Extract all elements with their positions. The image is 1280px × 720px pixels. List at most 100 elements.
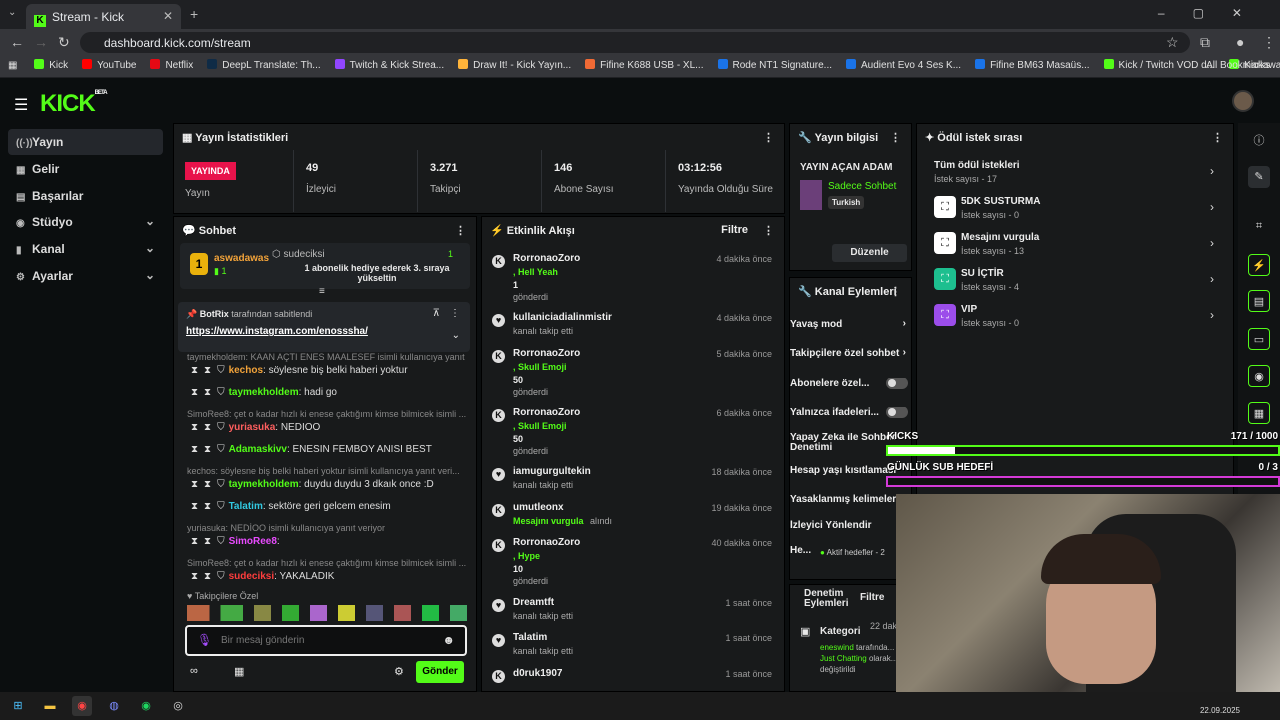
channel-action-7[interactable]: İzleyici Yönlendir bbox=[790, 520, 908, 531]
emoji-icon[interactable]: ☻ bbox=[442, 633, 455, 647]
explorer-icon[interactable]: ▬ bbox=[40, 696, 60, 716]
browser-menu-icon[interactable]: ⋮ bbox=[1262, 34, 1276, 51]
bookmark-star-icon[interactable]: ☆ bbox=[1166, 34, 1179, 51]
bookmark-item[interactable]: Draw It! - Kick Yayın... bbox=[458, 56, 571, 76]
sidebar-item-kanal[interactable]: ▮ Kanal ⌄ bbox=[8, 236, 163, 262]
spotify-icon[interactable]: ◉ bbox=[136, 696, 156, 716]
start-icon[interactable]: ⊞ bbox=[8, 696, 28, 716]
sidebar-item-studyo[interactable]: ◉ Stüdyo ⌄ bbox=[8, 209, 163, 235]
more-icon[interactable]: ⋮ bbox=[1212, 131, 1223, 144]
feed-username[interactable]: kullaniciadialinmistir bbox=[513, 312, 612, 323]
more-icon[interactable]: ⋮ bbox=[763, 131, 774, 144]
feed-username[interactable]: RorronaoZoro bbox=[513, 253, 580, 264]
bookmark-item[interactable]: Twitch & Kick Strea... bbox=[334, 56, 444, 76]
channel-action-1[interactable]: Takipçilere özel sohbet › bbox=[790, 348, 908, 359]
chevron-down-icon[interactable]: ⌄ bbox=[452, 330, 460, 341]
reload-icon[interactable]: ↻ bbox=[58, 34, 70, 51]
feed-username[interactable]: RorronaoZoro bbox=[513, 407, 580, 418]
chat-message[interactable]: ⧗ ⧗ ⛉ Adamaskivv: ENESİN FEMBOY ANISI BEST bbox=[187, 444, 467, 455]
browser-tab[interactable]: KStream - Kick Dashboard ✕ bbox=[26, 4, 181, 41]
more-icon[interactable]: ⋮ bbox=[450, 308, 460, 319]
sidebar-item-basarilar[interactable]: ▤ Başarılar bbox=[8, 183, 163, 209]
collapse-icon[interactable]: ≡ bbox=[319, 286, 325, 297]
menu-icon[interactable]: ☰ bbox=[14, 95, 28, 115]
edit-button[interactable]: Düzenle bbox=[832, 244, 907, 262]
chat-username[interactable]: sudeciksi bbox=[229, 571, 275, 582]
chat-username[interactable]: yuriasuka bbox=[229, 422, 276, 433]
pinned-link[interactable]: https://www.instagram.com/enosssha/ bbox=[186, 326, 368, 337]
reward-item[interactable]: ⛶ SU İÇTİR İstek sayısı - 4 › bbox=[930, 266, 1220, 294]
feed-username[interactable]: iamugurgultekin bbox=[513, 466, 591, 477]
feed-username[interactable]: Dreamtft bbox=[513, 597, 554, 608]
broadcast-icon[interactable]: ◉ bbox=[1248, 365, 1270, 387]
emote-strip[interactable] bbox=[187, 605, 467, 621]
new-tab-icon[interactable]: + bbox=[190, 6, 198, 22]
chrome-icon[interactable]: ◉ bbox=[72, 696, 92, 716]
channel-action-0[interactable]: Yavaş mod › bbox=[790, 319, 908, 330]
tab-search-icon[interactable]: ⌄ bbox=[8, 7, 16, 18]
channel-action-3[interactable]: Yalnızca ifadeleri... bbox=[790, 407, 908, 418]
feed-username[interactable]: RorronaoZoro bbox=[513, 537, 580, 548]
gear-icon[interactable]: ⚙ bbox=[394, 665, 404, 678]
channel-action-6[interactable]: Yasaklanmış kelimeler bbox=[790, 494, 908, 505]
crop-icon[interactable]: ⌗ bbox=[1248, 215, 1270, 237]
profile-icon[interactable]: ● bbox=[1236, 34, 1244, 50]
info-icon[interactable]: ⓘ bbox=[1248, 130, 1270, 152]
chat-username[interactable]: Adamaskivv bbox=[229, 444, 287, 455]
sidebar-item-ayarlar[interactable]: ⚙ Ayarlar ⌄ bbox=[8, 263, 163, 289]
reward-item[interactable]: ⛶ 5DK SUSTURMA İstek sayısı - 0 › bbox=[930, 194, 1220, 222]
bookmark-item[interactable]: Fifine BM63 Masaüs... bbox=[975, 56, 1090, 76]
chat-message[interactable]: ⧗ ⧗ ⛉ SimoRee8: bbox=[187, 536, 467, 547]
bookmark-item[interactable]: Kick / Twitch VOD d... bbox=[1103, 56, 1215, 76]
sidebar-item-yayin[interactable]: ((·))Yayın bbox=[8, 129, 163, 155]
feed-username[interactable]: RorronaoZoro bbox=[513, 348, 580, 359]
chat-icon[interactable]: ▭ bbox=[1248, 328, 1270, 350]
bookmark-item[interactable]: Netflix bbox=[150, 56, 193, 76]
more-icon[interactable]: ⋮ bbox=[890, 285, 901, 298]
address-input[interactable]: dashboard.kick.com/stream bbox=[80, 32, 1190, 53]
tab-close-icon[interactable]: ✕ bbox=[163, 9, 173, 23]
bookmark-item[interactable]: DeepL Translate: Th... bbox=[207, 56, 321, 76]
document-icon[interactable]: ▤ bbox=[1248, 290, 1270, 312]
chat-message[interactable]: ⧗ ⧗ ⛉ taymekholdem: hadi go bbox=[187, 387, 467, 398]
feed-username[interactable]: d0ruk1907 bbox=[513, 668, 562, 679]
chat-message[interactable]: ⧗ ⧗ ⛉ Talatim: sektöre geri gelcem enesim bbox=[187, 501, 467, 512]
bookmark-item[interactable]: YouTube bbox=[82, 56, 136, 76]
chat-username[interactable]: kechos bbox=[229, 365, 263, 376]
chat-username[interactable]: taymekholdem bbox=[229, 387, 299, 398]
more-icon[interactable]: ⋮ bbox=[890, 131, 901, 144]
discord-icon[interactable]: ◍ bbox=[104, 696, 124, 716]
chat-message[interactable]: ⧗ ⧗ ⛉ sudeciksi: YAKALADIK bbox=[187, 571, 467, 582]
feed-filter[interactable]: Filtre bbox=[721, 224, 748, 236]
all-rewards[interactable]: Tüm ödül istekleri İstek sayısı - 17 › bbox=[930, 158, 1220, 186]
chat-message[interactable]: ⧗ ⧗ ⛉ kechos: söylesne biş belki haberi yok… bbox=[187, 365, 467, 376]
send-button[interactable]: Gönder bbox=[416, 661, 464, 683]
sidebar-item-gelir[interactable]: ▦ Gelir bbox=[8, 156, 163, 182]
kick-logo[interactable]: KICKBETA bbox=[40, 90, 108, 118]
channel-action-2[interactable]: Abonelere özel... bbox=[790, 378, 908, 389]
chat-message[interactable]: ⧗ ⧗ ⛉ taymekholdem: duydu duydu 3 dkaık onc… bbox=[187, 479, 467, 490]
moderation-filter[interactable]: Filtre bbox=[860, 592, 884, 603]
store-icon[interactable]: ▦ bbox=[234, 665, 244, 678]
feed-username[interactable]: umutleonx bbox=[513, 502, 564, 513]
feed-username[interactable]: Talatim bbox=[513, 632, 547, 643]
layout-icon[interactable]: ▦ bbox=[1248, 402, 1270, 424]
more-icon[interactable]: ⋮ bbox=[763, 224, 774, 237]
apps-icon[interactable]: ▦ bbox=[8, 56, 17, 76]
reward-item[interactable]: ⛶ VIP İstek sayısı - 0 › bbox=[930, 302, 1220, 330]
chat-username[interactable]: SimoRee8 bbox=[229, 536, 277, 547]
toggle-switch[interactable] bbox=[886, 378, 908, 389]
edit-icon[interactable]: ✎ bbox=[1248, 166, 1270, 188]
bookmark-item[interactable]: Rode NT1 Signature... bbox=[717, 56, 832, 76]
more-icon[interactable]: ⋮ bbox=[455, 224, 466, 237]
chat-input[interactable]: 🎙 Bir mesaj gönderin ☻ bbox=[185, 625, 467, 656]
toggle-switch[interactable] bbox=[886, 407, 908, 418]
chat-username[interactable]: Talatim bbox=[229, 501, 263, 512]
avatar[interactable] bbox=[1232, 90, 1254, 112]
chat-tools-icon[interactable]: ∞ bbox=[190, 665, 198, 677]
bookmark-item[interactable]: Audient Evo 4 Ses K... bbox=[846, 56, 961, 76]
reward-item[interactable]: ⛶ Mesajını vurgula İstek sayısı - 13 › bbox=[930, 230, 1220, 258]
chat-message[interactable]: ⧗ ⧗ ⛉ yuriasuka: NEDİOO bbox=[187, 422, 467, 433]
lightning-icon[interactable]: ⚡ bbox=[1248, 254, 1270, 276]
extensions-icon[interactable]: ⧉ bbox=[1200, 34, 1210, 51]
